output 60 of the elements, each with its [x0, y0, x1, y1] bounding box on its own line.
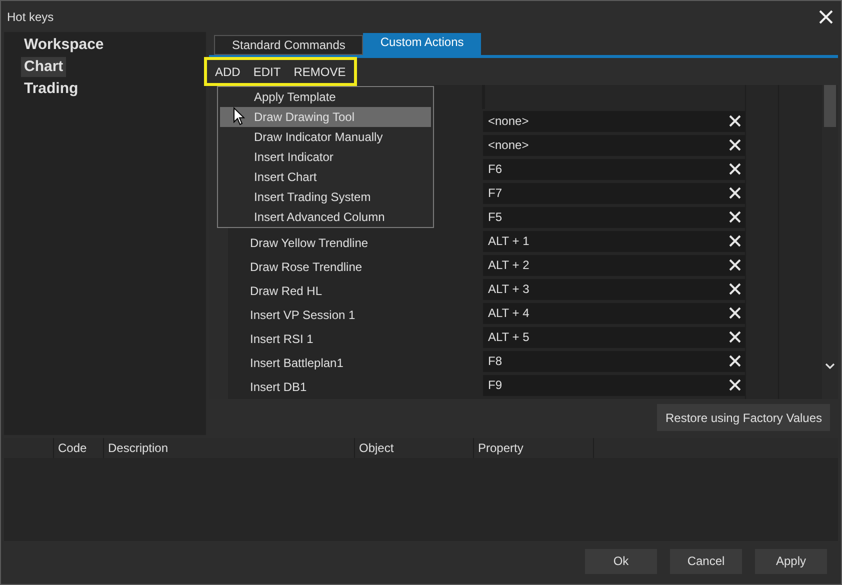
action-name: Draw Red HL [250, 284, 322, 298]
menu-item[interactable]: Insert Advanced Column [220, 207, 431, 227]
dialog-button[interactable]: Cancel [670, 548, 742, 574]
clear-icon[interactable] [728, 306, 742, 320]
clear-icon[interactable] [728, 330, 742, 344]
tab[interactable]: Standard Commands [214, 35, 364, 55]
menu-item[interactable]: Apply Template [220, 87, 431, 107]
dialog-button[interactable]: Apply [755, 548, 827, 574]
chevron-down-icon[interactable] [825, 363, 835, 369]
toolbar-button[interactable]: REMOVE [294, 62, 346, 80]
action-name: Insert DB1 [250, 380, 307, 394]
sidebar-item[interactable]: Workspace [21, 35, 107, 55]
clear-icon[interactable] [728, 114, 742, 128]
hotkey-field[interactable]: F7 [483, 182, 745, 204]
clear-icon[interactable] [728, 210, 742, 224]
hotkey-field[interactable]: F6 [483, 158, 745, 180]
hotkey-field[interactable]: F5 [483, 206, 745, 228]
menu-item[interactable]: Insert Trading System [220, 187, 431, 207]
hotkey-field[interactable]: <none> [483, 110, 745, 132]
clear-icon[interactable] [728, 234, 742, 248]
menu-item[interactable]: Insert Indicator [220, 147, 431, 167]
scrollbar[interactable] [822, 85, 838, 399]
column-header[interactable]: Code [54, 438, 104, 458]
action-name: Draw Rose Trendline [250, 260, 362, 274]
action-name: Insert VP Session 1 [250, 308, 356, 322]
hotkey-field[interactable]: ALT + 3 [483, 278, 745, 300]
sidebar-item[interactable]: Chart [21, 57, 66, 77]
window-title: Hot keys [7, 8, 54, 26]
clear-icon[interactable] [728, 138, 742, 152]
hotkey-field[interactable]: ALT + 5 [483, 326, 745, 348]
clear-icon[interactable] [728, 258, 742, 272]
clear-icon[interactable] [728, 186, 742, 200]
hotkey-field[interactable]: ALT + 2 [483, 254, 745, 276]
hotkey-field[interactable]: F9 [483, 374, 745, 396]
dialog-button[interactable]: Ok [585, 548, 657, 574]
column-header[interactable]: Description [104, 438, 355, 458]
action-name: Insert Battleplan1 [250, 356, 344, 370]
hotkey-field[interactable]: <none> [483, 134, 745, 156]
toolbar-button[interactable]: ADD [215, 62, 240, 80]
clear-icon[interactable] [728, 162, 742, 176]
toolbar-button[interactable]: EDIT [253, 62, 281, 80]
column-header[interactable]: Property [474, 438, 594, 458]
tab[interactable]: Custom Actions [363, 33, 481, 55]
column-header[interactable]: Object [355, 438, 474, 458]
clear-icon[interactable] [728, 354, 742, 368]
clear-icon[interactable] [728, 378, 742, 392]
scrollbar-thumb[interactable] [824, 85, 836, 127]
sidebar-item[interactable]: Trading [21, 79, 82, 99]
menu-item[interactable]: Insert Chart [220, 167, 431, 187]
action-name: Draw Yellow Trendline [250, 236, 368, 250]
action-name: Insert RSI 1 [250, 332, 314, 346]
hotkey-field[interactable]: F8 [483, 350, 745, 372]
clear-icon[interactable] [728, 282, 742, 296]
restore-button[interactable]: Restore using Factory Values [657, 404, 830, 431]
menu-item[interactable]: Draw Drawing Tool [220, 107, 431, 127]
hotkey-field[interactable]: ALT + 1 [483, 230, 745, 252]
close-icon[interactable] [819, 10, 833, 24]
cursor-icon [233, 107, 245, 126]
menu-item[interactable]: Draw Indicator Manually [220, 127, 431, 147]
hotkey-field[interactable]: ALT + 4 [483, 302, 745, 324]
